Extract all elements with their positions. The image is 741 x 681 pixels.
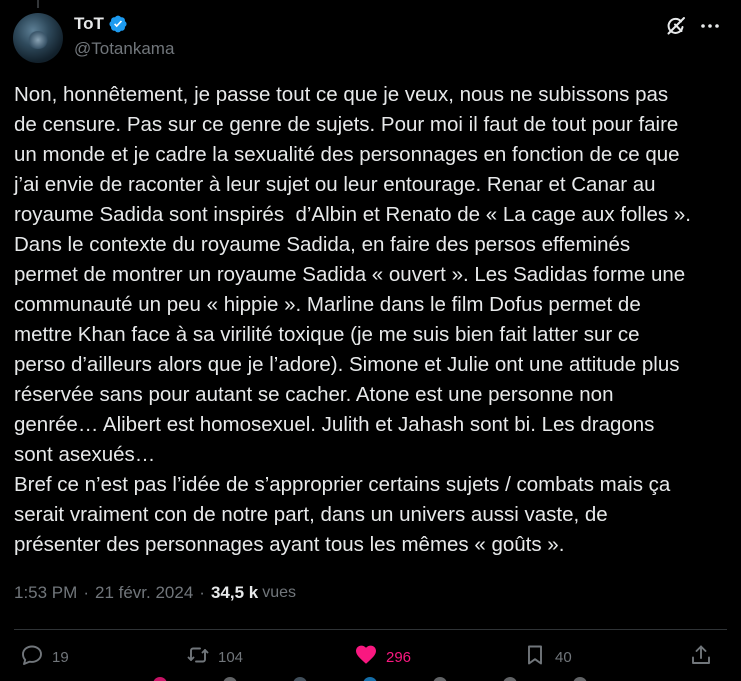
author-handle[interactable]: @Totankama [74,39,174,59]
heart-filled-icon [354,643,378,671]
bookmark-count: 40 [555,648,572,666]
meta-separator: · [199,583,205,602]
share-button[interactable] [689,643,713,671]
author-display-name[interactable]: ToT [74,14,104,34]
grok-icon[interactable] [664,14,688,38]
like-button[interactable]: 296 [354,643,411,671]
share-icon [689,643,713,671]
like-count: 296 [386,648,412,666]
reply-icon [20,643,44,671]
author-name-row: ToT [74,14,128,34]
more-horizontal-icon[interactable] [698,14,722,38]
post-metadata: 1:53 PM · 21 févr. 2024 · 34,5 k vues [14,583,296,603]
action-bar: 19 104 296 40 [0,643,741,673]
avatar[interactable] [13,13,63,63]
post-text: Non, honnêtement, je passe tout ce que j… [14,83,691,556]
reply-button[interactable]: 19 [20,643,69,671]
post-date[interactable]: 21 févr. 2024 [95,583,193,603]
bookmark-icon [523,643,547,671]
verified-badge-icon [108,14,128,34]
avatar-strip-peek [153,677,587,681]
thread-connector-line [37,0,39,8]
repost-icon [186,643,210,671]
post-time[interactable]: 1:53 PM [14,583,77,603]
reply-count: 19 [52,648,69,666]
repost-button[interactable]: 104 [186,643,243,671]
views-label: vues [262,584,297,601]
views-count: 34,5 k [210,583,259,602]
divider [14,629,727,630]
repost-count: 104 [218,648,244,666]
bookmark-button[interactable]: 40 [523,643,572,671]
meta-separator: · [83,583,89,602]
